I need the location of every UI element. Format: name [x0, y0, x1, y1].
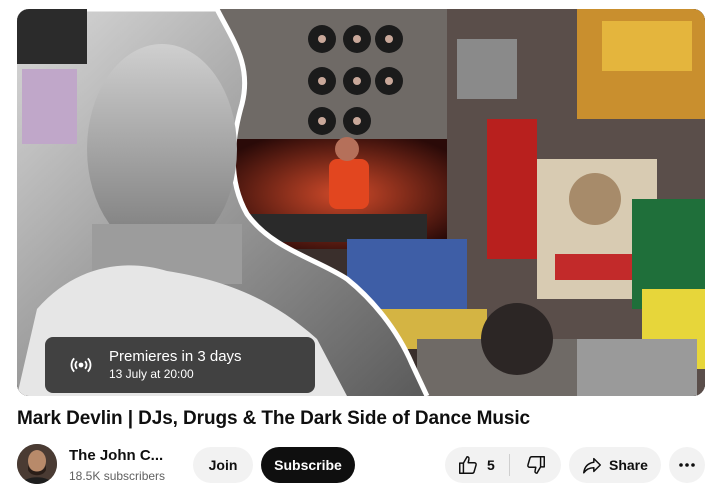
premiere-date: 13 July at 20:00: [109, 367, 194, 381]
like-button[interactable]: 5: [445, 447, 509, 483]
premiere-label: Premieres in 3 days: [109, 348, 242, 365]
share-button[interactable]: Share: [569, 447, 661, 483]
subscriber-count: 18.5K subscribers: [69, 469, 166, 483]
subscribe-button[interactable]: Subscribe: [261, 447, 355, 483]
premiere-overlay: Premieres in 3 days 13 July at 20:00: [45, 337, 315, 393]
like-dislike-group: 5: [445, 447, 561, 483]
share-icon: [581, 454, 603, 476]
broadcast-icon: [61, 345, 101, 385]
more-actions-button[interactable]: [669, 447, 705, 483]
thumbs-down-icon: [525, 454, 547, 476]
channel-avatar[interactable]: [17, 444, 57, 484]
thumbs-up-icon: [457, 454, 479, 476]
share-label: Share: [609, 457, 648, 473]
video-player[interactable]: Premieres in 3 days 13 July at 20:00: [17, 9, 705, 396]
video-title: Mark Devlin | DJs, Drugs & The Dark Side…: [17, 408, 530, 429]
more-icon: [677, 455, 697, 475]
avatar-image: [17, 444, 57, 484]
channel-name[interactable]: The John C...: [69, 447, 163, 464]
like-divider: [509, 454, 510, 476]
join-button[interactable]: Join: [193, 447, 253, 483]
like-count: 5: [487, 457, 495, 473]
dislike-button[interactable]: [511, 447, 561, 483]
